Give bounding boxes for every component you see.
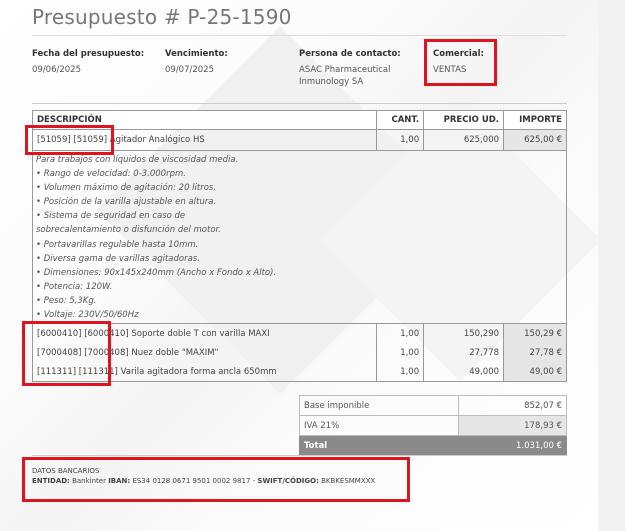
- highlight-box-codes-group: [22, 321, 111, 386]
- description-line: • Rango de velocidad: 0-3.000rpm.: [36, 169, 186, 180]
- description-line: • Portavarillas regulable hasta 10mm.: [36, 239, 199, 250]
- description-line: • Diversa gama de varillas agitadoras.: [36, 253, 200, 264]
- description-line: Para trabajos con líquidos de viscosidad…: [36, 155, 239, 165]
- product-name: Nuez doble "MAXIM": [128, 347, 219, 358]
- total-label: Total: [298, 435, 460, 456]
- product-name: Agitador Analógico HS: [107, 135, 205, 145]
- quote-page: Presupuesto # P-25-1590 Fecha del presup…: [0, 0, 598, 531]
- table-row: [6000410] [6000410] Soporte doble T con …: [32, 323, 567, 343]
- contacto-value: ASAC Pharmaceutical Inmunology SA: [299, 64, 390, 88]
- description-line: • Peso: 5,3Kg.: [36, 295, 97, 306]
- qty-cell: 1,00: [376, 362, 425, 382]
- footer-divider: [32, 455, 567, 456]
- fecha-label: Fecha del presupuesto:: [32, 49, 145, 59]
- iva-value: 178,93 €: [458, 415, 567, 436]
- qty-cell: 1,00: [376, 343, 425, 362]
- highlight-box-code-first: [25, 125, 114, 155]
- table-row: [7000408] [7000408] Nuez doble "MAXIM" 1…: [32, 343, 567, 362]
- description-line: • Dimensiones: 90x145x240mm (Ancho x Fon…: [36, 267, 277, 278]
- col-header-importe: IMPORTE: [503, 110, 567, 130]
- contacto-value-line2: Inmunology SA: [299, 77, 364, 87]
- description-line: sobrecalentamiento o disfunción del moto…: [36, 225, 221, 236]
- qty-cell: 1,00: [376, 129, 425, 151]
- table-row: [111311] [111311] Varila agitadora forma…: [32, 362, 567, 382]
- fecha-value: 09/06/2025: [32, 65, 81, 75]
- price-cell: 625,000: [423, 129, 505, 151]
- vencimiento-value: 09/07/2025: [165, 65, 214, 75]
- qty-cell: 1,00: [376, 323, 425, 343]
- iva-label: IVA 21%: [298, 415, 460, 436]
- totals-table: Base imponible 852,07 € IVA 21% 178,93 €…: [298, 395, 567, 456]
- col-header-precio: PRECIO UD.: [423, 110, 505, 130]
- contacto-label: Persona de contacto:: [299, 49, 401, 59]
- product-description: Para trabajos con líquidos de viscosidad…: [36, 153, 276, 322]
- contacto-value-line1: ASAC Pharmaceutical: [299, 65, 391, 75]
- total-value: 1.031,00 €: [458, 435, 567, 456]
- base-imponible-row: Base imponible 852,07 €: [298, 395, 567, 416]
- vencimiento-label: Vencimiento:: [165, 49, 228, 59]
- price-cell: 27,778: [423, 343, 505, 362]
- title-divider: [32, 35, 567, 36]
- base-imponible-value: 852,07 €: [458, 395, 567, 416]
- meta-divider: [32, 103, 567, 104]
- col-header-cantidad: CANT.: [376, 110, 425, 130]
- description-line: • Posición de la varilla ajustable en al…: [36, 197, 217, 208]
- product-name: Soporte doble T con varilla MAXI: [128, 328, 270, 339]
- amount-cell: 49,00 €: [503, 362, 567, 382]
- page-title: Presupuesto # P-25-1590: [32, 5, 292, 29]
- price-cell: 49,000: [423, 362, 505, 382]
- viewer-background: [598, 0, 625, 531]
- base-imponible-label: Base imponible: [298, 395, 460, 416]
- description-line: • Potencia: 120W.: [36, 281, 113, 292]
- iva-row: IVA 21% 178,93 €: [298, 415, 567, 436]
- price-cell: 150,290: [423, 323, 505, 343]
- amount-cell: 150,29 €: [503, 323, 567, 343]
- total-row: Total 1.031,00 €: [298, 435, 567, 456]
- highlight-box-comercial: [424, 39, 497, 86]
- description-line: • Sistema de seguridad en caso de: [36, 211, 186, 222]
- product-name: Varila agitadora forma ancla 650mm: [117, 366, 277, 377]
- highlight-box-bank-details: [22, 457, 410, 502]
- description-line: • Voltaje: 230V/50/60Hz: [36, 310, 139, 321]
- amount-cell: 27,78 €: [503, 343, 567, 362]
- amount-cell: 625,00 €: [503, 129, 567, 151]
- description-line: • Volumen máximo de agitación: 20 litros…: [36, 183, 217, 194]
